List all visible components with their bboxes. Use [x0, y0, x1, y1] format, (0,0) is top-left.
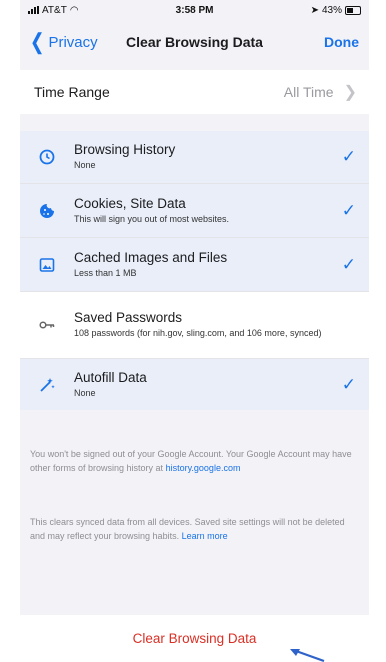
- item-subtitle: None: [74, 160, 96, 171]
- battery-percent: 43%: [321, 4, 342, 16]
- row-saved-passwords[interactable]: Saved Passwords 108 passwords (for nih.g…: [20, 291, 369, 358]
- item-subtitle: None: [74, 387, 96, 398]
- history-icon: [36, 146, 58, 168]
- back-button[interactable]: ❮ Privacy: [28, 31, 98, 53]
- learn-more-link[interactable]: Learn more: [182, 531, 228, 541]
- item-title: Cookies, Site Data: [74, 195, 186, 211]
- chevron-left-icon: ❮: [29, 29, 45, 54]
- status-time: 3:58 PM: [175, 4, 214, 16]
- time-range-value: All Time: [283, 84, 334, 100]
- wifi-icon: ◠: [69, 4, 79, 16]
- row-cookies-site-data[interactable]: Cookies, Site Data This will sign you ou…: [20, 183, 369, 237]
- item-title: Autofill Data: [74, 369, 147, 385]
- checkmark-icon: ✓: [341, 254, 356, 274]
- checkmark-icon: ✓: [341, 374, 356, 394]
- item-subtitle: Less than 1 MB: [74, 267, 137, 278]
- carrier-label: AT&T: [42, 4, 67, 16]
- nav-bar: ❮ Privacy Clear Browsing Data Done: [20, 24, 369, 60]
- time-range-row[interactable]: Time Range All Time ❯: [20, 70, 369, 114]
- done-button[interactable]: Done: [324, 34, 359, 50]
- sync-note: This clears synced data from all devices…: [30, 517, 345, 541]
- location-icon: ➤: [310, 4, 319, 16]
- item-title: Saved Passwords: [74, 310, 183, 326]
- image-icon: [36, 254, 58, 276]
- key-icon: [36, 314, 58, 336]
- checkmark-icon: ✓: [341, 200, 356, 220]
- autofill-icon: [36, 374, 58, 396]
- data-type-list: Browsing History None ✓ Cookies, Site Da…: [20, 131, 369, 410]
- battery-icon: [344, 5, 361, 15]
- row-autofill-data[interactable]: Autofill Data None ✓: [20, 358, 369, 410]
- account-history-note: You won't be signed out of your Google A…: [30, 449, 352, 473]
- back-label: Privacy: [48, 33, 98, 51]
- item-subtitle: This will sign you out of most websites.: [74, 213, 230, 224]
- cookie-icon: [36, 200, 58, 222]
- screen: AT&T ◠ 3:58 PM ➤ 43% ❮ Privacy Clear Bro…: [20, 0, 369, 661]
- item-subtitle: 108 passwords (for nih.gov, sling.com, a…: [74, 328, 322, 339]
- item-title: Cached Images and Files: [74, 249, 228, 265]
- checkmark-icon: ✓: [341, 147, 356, 166]
- status-bar: AT&T ◠ 3:58 PM ➤ 43%: [20, 0, 369, 20]
- row-browsing-history[interactable]: Browsing History None ✓: [20, 131, 369, 183]
- item-title: Browsing History: [74, 142, 176, 158]
- signal-icon: [28, 6, 39, 14]
- chevron-right-icon: ❯: [343, 84, 357, 101]
- pointer-arrow-icon: [290, 649, 325, 662]
- history-google-link[interactable]: history.google.com: [166, 463, 241, 473]
- row-cached-images[interactable]: Cached Images and Files Less than 1 MB ✓: [20, 237, 369, 291]
- time-range-label: Time Range: [34, 84, 110, 100]
